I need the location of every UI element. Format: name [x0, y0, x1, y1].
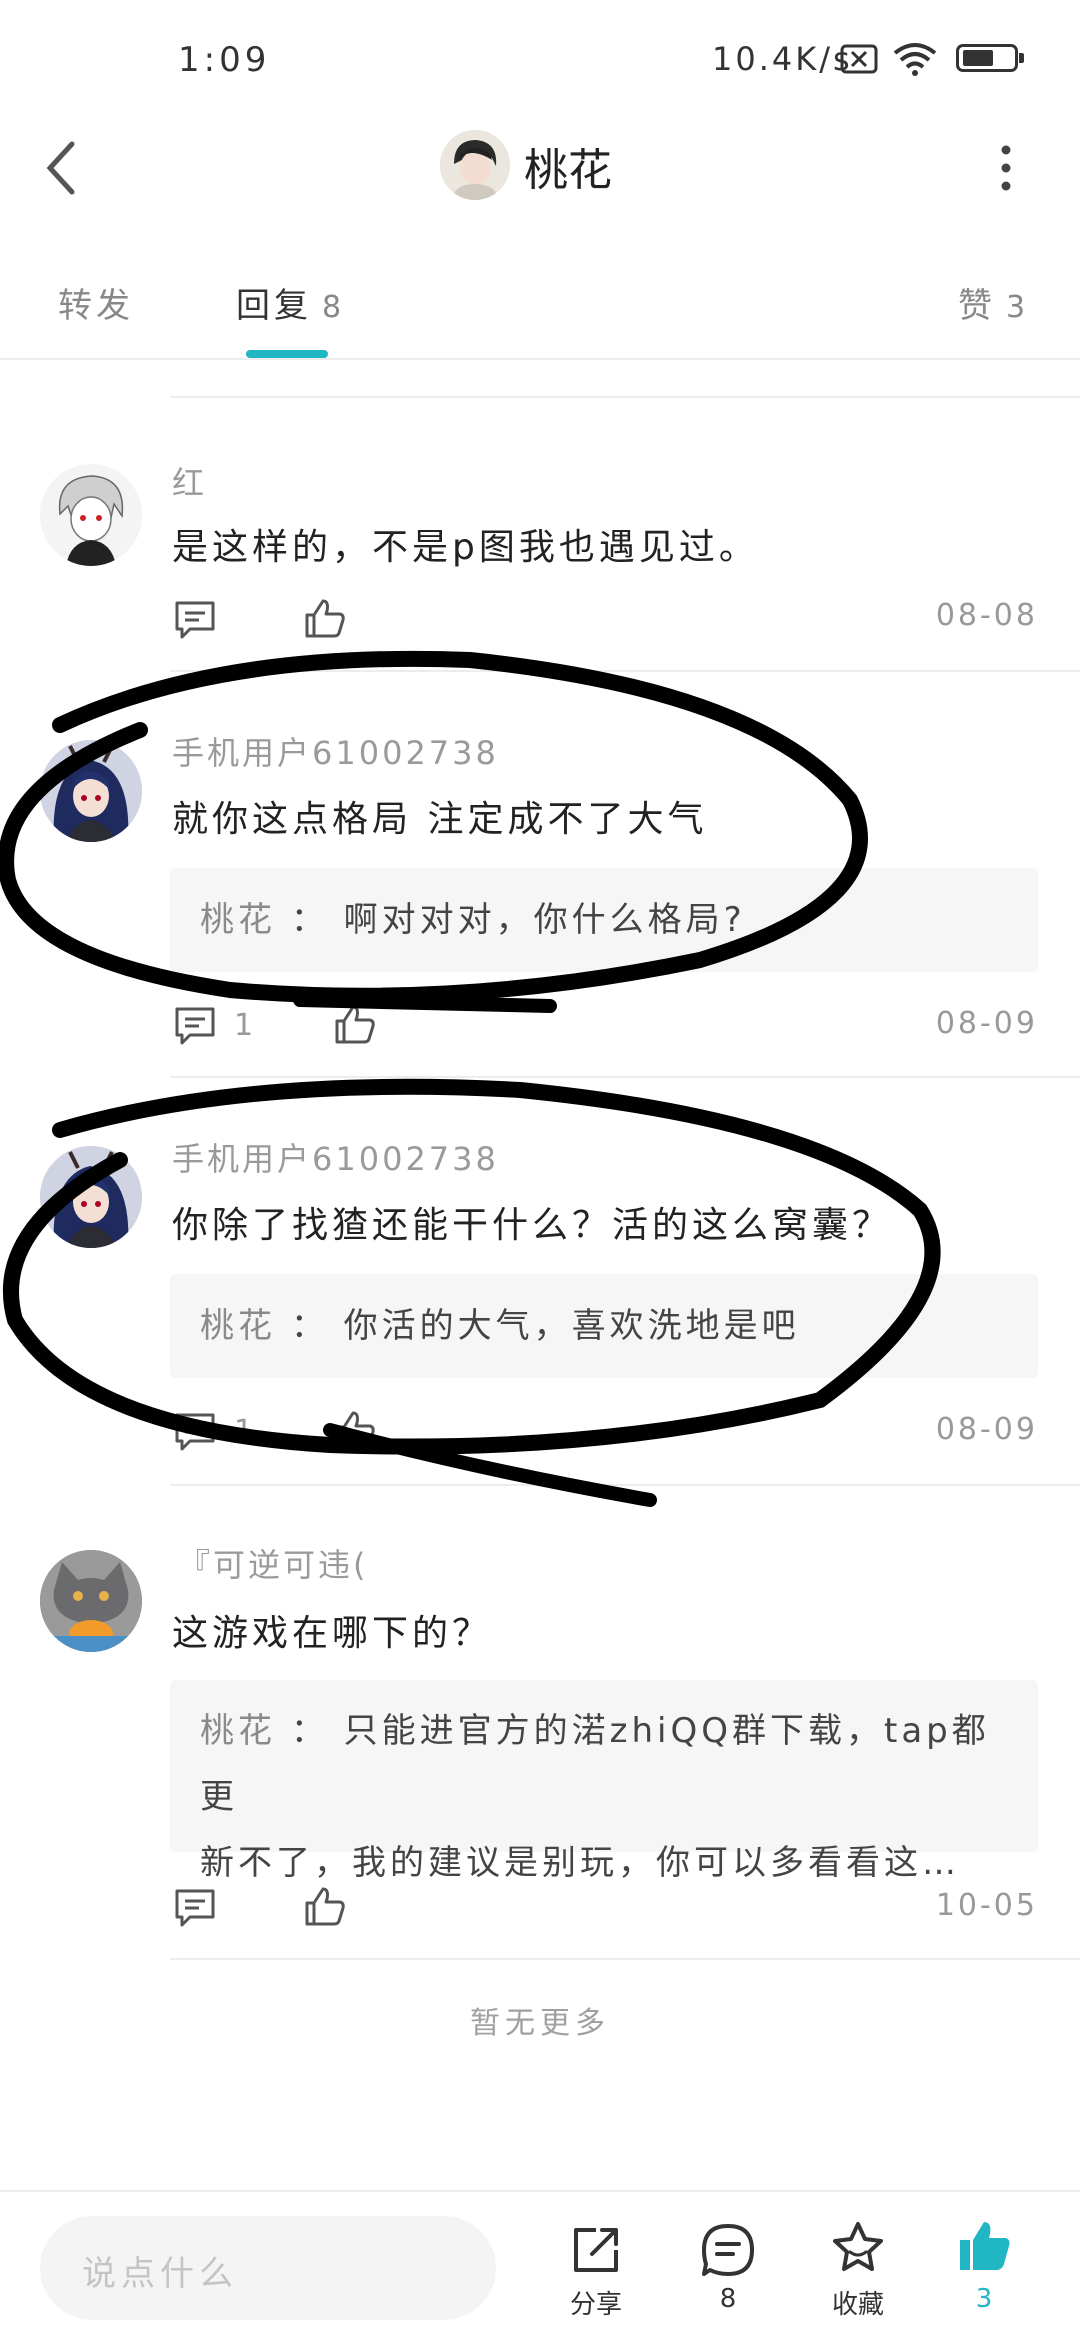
comment-username[interactable]: 手机用户61002738 — [172, 728, 499, 774]
reply-preview[interactable]: 桃花 ： 只能进官方的渃zhiQQ群下载，tap都更 新不了，我的建议是别玩，你… — [170, 1680, 1038, 1883]
star-icon[interactable] — [830, 2220, 886, 2276]
tab-repost[interactable]: 转发 — [58, 278, 134, 327]
no-more-label: 暂无更多 — [470, 2006, 610, 2041]
tab-replies[interactable]: 回复 8 — [236, 278, 345, 327]
like-icon[interactable] — [334, 1004, 376, 1044]
bottom-divider — [0, 2190, 1080, 2192]
like-icon[interactable] — [304, 1886, 346, 1926]
comment-text: 就你这点格局 注定成不了大气 — [172, 799, 708, 840]
avatar[interactable] — [40, 1550, 142, 1652]
avatar[interactable] — [40, 1146, 142, 1248]
comment-icon[interactable] — [174, 1006, 216, 1046]
reply-text: 啊对对对，你什么格局? — [343, 900, 746, 940]
share-icon[interactable] — [568, 2222, 624, 2278]
comment-icon[interactable] — [174, 1412, 216, 1452]
like-icon[interactable] — [304, 598, 346, 638]
reply-preview[interactable]: 桃花 ： 啊对对对，你什么格局? — [170, 868, 1038, 972]
reply-author[interactable]: 桃花 — [200, 900, 276, 940]
favorite-label[interactable]: 收藏 — [808, 2284, 908, 2321]
divider — [170, 1076, 1080, 1078]
page-title: 桃花 — [524, 145, 612, 196]
battery-level: 56 — [971, 48, 993, 68]
like-count-label[interactable]: 3 — [934, 2284, 1034, 2314]
divider — [170, 1958, 1080, 1960]
header-avatar[interactable] — [440, 130, 510, 200]
battery-icon: 56 — [956, 44, 1024, 72]
chevron-left-icon[interactable] — [40, 140, 84, 196]
tabs-divider — [0, 358, 1080, 360]
comment-icon[interactable] — [174, 1888, 216, 1928]
comment-text: 是这样的，不是p图我也遇见过。 — [172, 527, 759, 568]
comment-count-label[interactable]: 8 — [678, 2284, 778, 2314]
reply-author[interactable]: 桃花 — [200, 1711, 276, 1751]
status-time: 1:09 — [178, 40, 271, 80]
comment-username[interactable]: 『可逆可违( — [178, 1540, 369, 1586]
reply-text: 你活的大气，喜欢洗地是吧 — [343, 1306, 800, 1346]
reply-author[interactable]: 桃花 — [200, 1306, 276, 1346]
reply-preview[interactable]: 桃花 ： 你活的大气，喜欢洗地是吧 — [170, 1274, 1038, 1378]
comment-date: 08-08 — [935, 598, 1038, 633]
comment-date: 08-09 — [935, 1412, 1038, 1447]
comment-username[interactable]: 手机用户61002738 — [172, 1134, 499, 1180]
sim-off-icon — [840, 44, 878, 74]
hand-drawn-annotation — [0, 650, 941, 1507]
comment-bubble-icon[interactable] — [700, 2222, 756, 2278]
tab-indicator — [246, 350, 328, 358]
reply-count: 1 — [234, 1414, 254, 1449]
more-vertical-icon[interactable] — [996, 144, 1016, 192]
divider — [170, 1484, 1080, 1486]
like-filled-icon[interactable] — [956, 2218, 1012, 2274]
comment-date: 08-09 — [935, 1006, 1038, 1041]
comment-date: 10-05 — [935, 1888, 1038, 1923]
share-label[interactable]: 分享 — [546, 2284, 646, 2321]
comment-text: 这游戏在哪下的？ — [172, 1613, 493, 1654]
comment-text: 你除了找猹还能干什么？活的这么窝囊？ — [172, 1205, 893, 1246]
comment-icon[interactable] — [174, 600, 216, 640]
network-speed: 10.4K/s — [712, 40, 853, 78]
tab-likes[interactable]: 赞3 — [958, 278, 1029, 327]
divider — [170, 670, 1080, 672]
like-icon[interactable] — [334, 1410, 376, 1450]
comment-input-placeholder[interactable]: 说点什么 — [82, 2246, 238, 2295]
wifi-icon — [893, 43, 937, 76]
divider — [170, 396, 1080, 398]
avatar[interactable] — [40, 464, 142, 566]
reply-count: 1 — [234, 1008, 254, 1043]
avatar[interactable] — [40, 740, 142, 842]
comment-username[interactable]: 红 — [172, 458, 207, 504]
